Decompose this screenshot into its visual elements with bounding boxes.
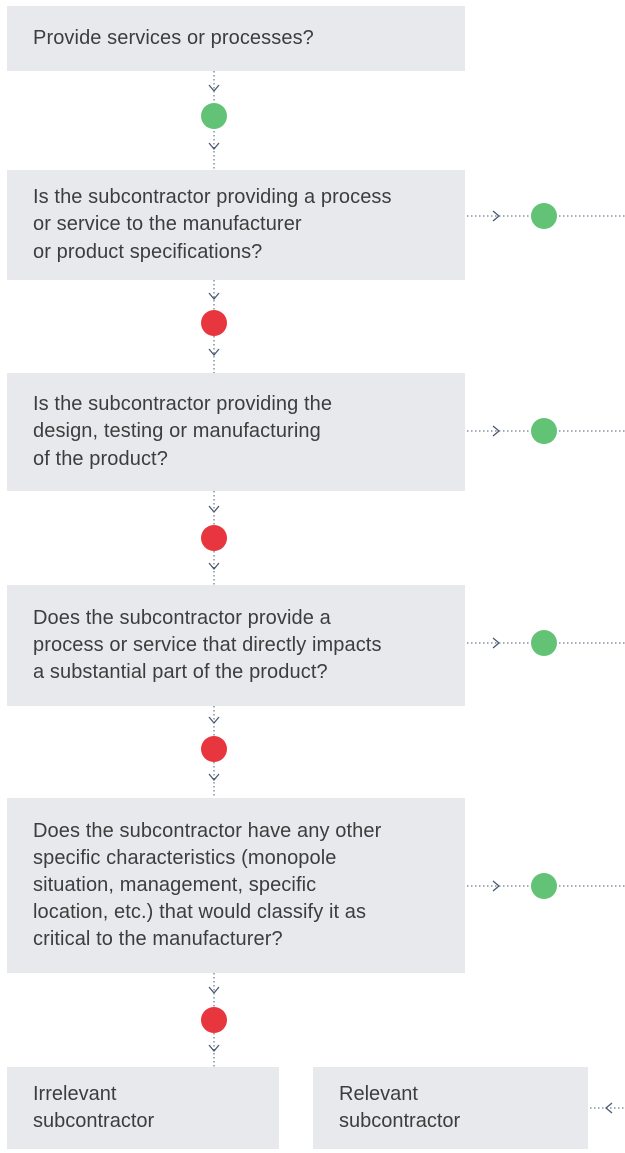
- down-connector-4: [201, 706, 227, 798]
- no-dot: [201, 525, 227, 551]
- yes-dot: [531, 873, 557, 899]
- yes-dot: [531, 630, 557, 656]
- no-dot: [201, 736, 227, 762]
- connector-layer: [201, 71, 625, 1114]
- arrow-down-icon: [208, 505, 220, 513]
- down-connector-5: [201, 973, 227, 1067]
- side-connector-q4: [467, 630, 625, 656]
- side-connector-q5: [467, 873, 625, 899]
- no-dot: [201, 310, 227, 336]
- arrow-down-icon: [208, 716, 220, 724]
- yes-dot: [531, 203, 557, 229]
- down-connector-1: [201, 71, 227, 170]
- side-connector-q2: [467, 203, 625, 229]
- side-connector-q3: [467, 418, 625, 444]
- down-connector-3: [201, 491, 227, 585]
- yes-dot: [531, 418, 557, 444]
- yes-dot: [201, 103, 227, 129]
- relevant-incoming-connector: [590, 1102, 625, 1114]
- no-dot: [201, 1007, 227, 1033]
- down-connector-2: [201, 280, 227, 373]
